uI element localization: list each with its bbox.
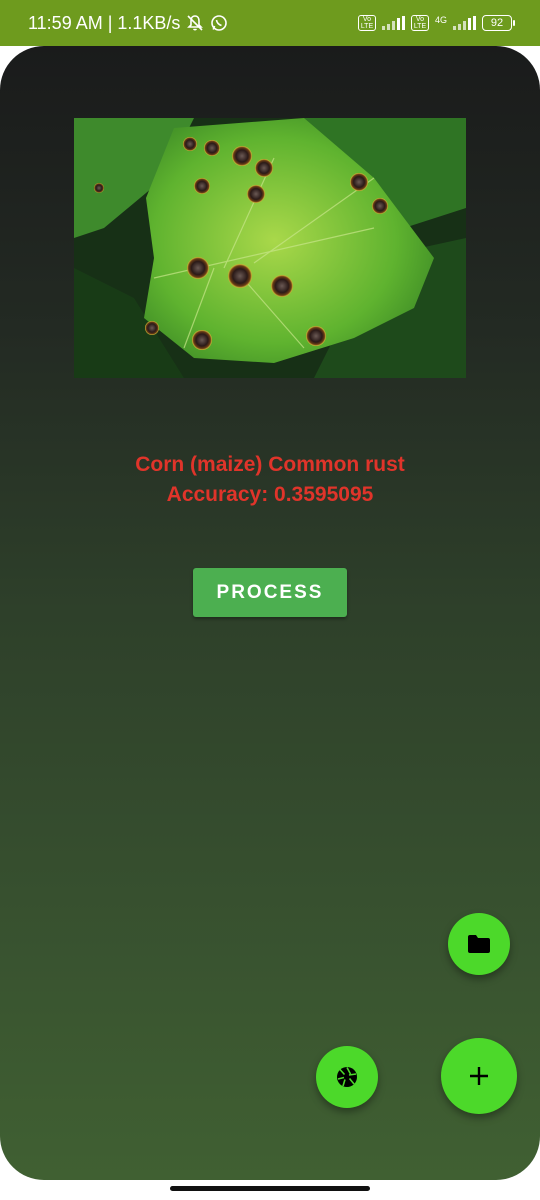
signal-icon (381, 16, 405, 30)
status-bar: 11:59 AM | 1.1KB/s Vo LTE Vo LTE 4G 92 (0, 0, 540, 46)
signal-icon-2 (453, 16, 476, 30)
leaf-image (74, 118, 466, 378)
app-screen: Corn (maize) Common rust Accuracy: 0.359… (0, 46, 540, 1180)
process-button[interactable]: PROCESS (193, 568, 347, 617)
whatsapp-icon (211, 15, 228, 31)
camera-aperture-icon (337, 1067, 357, 1087)
leaf-photo (74, 118, 466, 378)
accuracy-label: Accuracy: 0.3595095 (166, 483, 374, 506)
network-type: 4G (434, 15, 447, 25)
add-button[interactable] (441, 1038, 517, 1114)
home-indicator[interactable] (170, 1186, 370, 1191)
status-left: 11:59 AM | 1.1KB/s (28, 13, 228, 34)
plus-icon (470, 1067, 488, 1085)
prediction-result: Corn (maize) Common rust Accuracy: 0.359… (0, 450, 540, 510)
folder-icon (468, 935, 490, 953)
pick-folder-button[interactable] (448, 913, 510, 975)
battery-level: 92 (490, 17, 504, 29)
battery-icon: 92 (482, 15, 515, 31)
status-right: Vo LTE Vo LTE 4G 92 (357, 15, 515, 31)
volte-badge-2: Vo LTE (410, 15, 429, 31)
mute-bell-icon (187, 15, 204, 31)
disease-label: Corn (maize) Common rust (135, 453, 405, 476)
volte-badge: Vo LTE (357, 15, 376, 31)
status-time-speed: 11:59 AM | 1.1KB/s (28, 12, 181, 33)
camera-button[interactable] (316, 1046, 378, 1108)
